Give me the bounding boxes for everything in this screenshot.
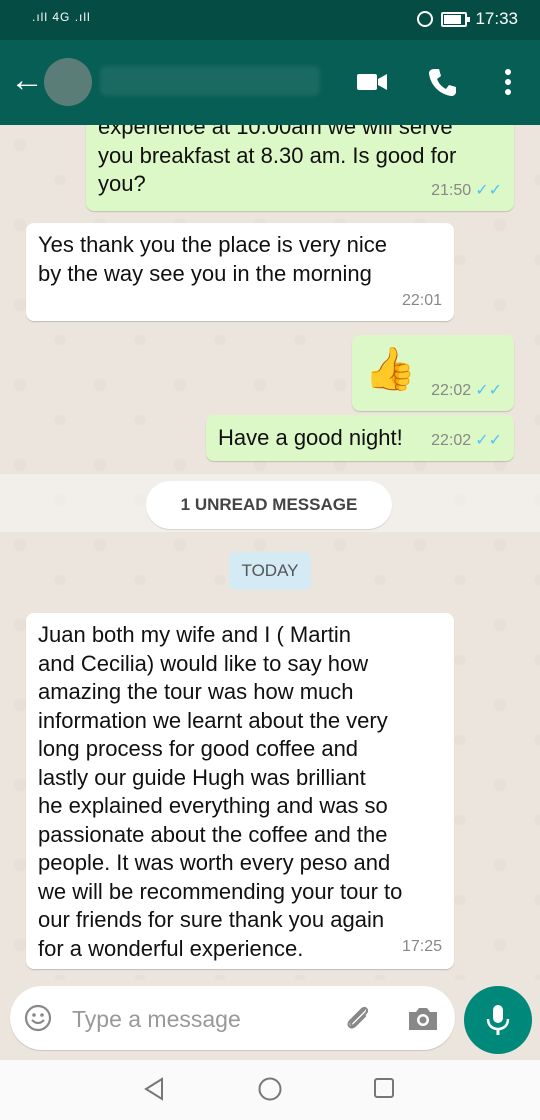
message-time: 22:02 (431, 431, 472, 449)
chat-header: ← (0, 40, 540, 125)
signal-icon: .ıll 4G .ıll (32, 10, 91, 24)
message-text: passionate about the coffee and the (38, 821, 388, 847)
message-text: Have a good night! (218, 425, 403, 450)
unread-message-label: 1 UNREAD MESSAGE (146, 481, 392, 529)
message-text: Yes thank you the place is very nice (38, 232, 387, 257)
nav-recents-icon[interactable] (372, 1076, 396, 1100)
message-time: 22:01 (401, 291, 442, 309)
message-text: amazing the tour was how much (38, 679, 354, 704)
message-incoming[interactable]: Juan both my wife and I ( Martin and Cec… (26, 613, 454, 969)
message-text: for a wonderful experience. (38, 935, 304, 961)
message-input[interactable] (72, 1005, 332, 1033)
message-text: people. It was worth every peso and (38, 850, 391, 875)
message-time: 21:50 (431, 181, 472, 199)
status-bar: .ıll 4G .ıll 17:33 (0, 0, 540, 40)
attach-icon[interactable] (342, 1002, 374, 1034)
back-arrow-icon[interactable]: ← (10, 60, 44, 100)
message-text: and Cecilia) would like to say how (38, 650, 369, 676)
battery-icon (441, 11, 471, 27)
nav-home-icon[interactable] (257, 1076, 283, 1102)
read-ticks-icon: ✓✓ (475, 381, 502, 399)
clock: 17:33 (475, 9, 518, 28)
message-input-box[interactable] (10, 986, 455, 1050)
message-outgoing[interactable]: 👍 22:02 ✓✓ (352, 335, 514, 411)
thumbs-up-icon: 👍 (364, 345, 417, 392)
message-time: 17:25 (401, 937, 442, 955)
message-text: information we learnt about the very (38, 707, 388, 733)
message-time: 22:02 (431, 381, 472, 399)
read-ticks-icon: ✓✓ (475, 431, 502, 449)
message-text: you breakfast at 8.30 am. Is good for (98, 142, 457, 168)
voice-record-button[interactable] (464, 986, 532, 1054)
camera-icon[interactable] (406, 1004, 440, 1034)
system-nav-bar (0, 1060, 540, 1120)
avatar[interactable] (44, 58, 92, 106)
alarm-icon (417, 11, 434, 27)
contact-name[interactable] (100, 66, 320, 96)
message-text: our friends for sure thank you again (38, 907, 385, 932)
message-text: by the way see you in the morning (38, 260, 372, 286)
message-text: Juan both my wife and I ( Martin (38, 622, 352, 647)
video-call-icon[interactable] (354, 64, 390, 100)
more-vert-icon[interactable] (490, 64, 526, 100)
message-outgoing[interactable]: experience at 10.00am we will serve you … (86, 125, 514, 211)
date-label: TODAY (229, 552, 311, 590)
microphone-icon (486, 1005, 510, 1035)
message-list[interactable]: experience at 10.00am we will serve you … (0, 125, 540, 980)
phone-icon[interactable] (424, 64, 460, 100)
composer (0, 980, 540, 1060)
nav-back-icon[interactable] (142, 1076, 166, 1102)
message-text: he explained everything and was so (38, 793, 388, 818)
message-outgoing[interactable]: Have a good night! 22:02 ✓✓ (206, 415, 514, 461)
message-text: you? (98, 171, 146, 196)
message-incoming[interactable]: Yes thank you the place is very nice by … (26, 223, 454, 321)
message-text: we will be recommending your tour to (38, 878, 403, 904)
network-type: 4G (52, 10, 71, 24)
message-text: long process for good coffee and (38, 736, 359, 761)
message-text: experience at 10.00am we will serve (98, 125, 453, 139)
message-text: lastly our guide Hugh was brilliant (38, 764, 366, 790)
read-ticks-icon: ✓✓ (475, 181, 502, 199)
emoji-icon[interactable] (24, 1004, 52, 1032)
